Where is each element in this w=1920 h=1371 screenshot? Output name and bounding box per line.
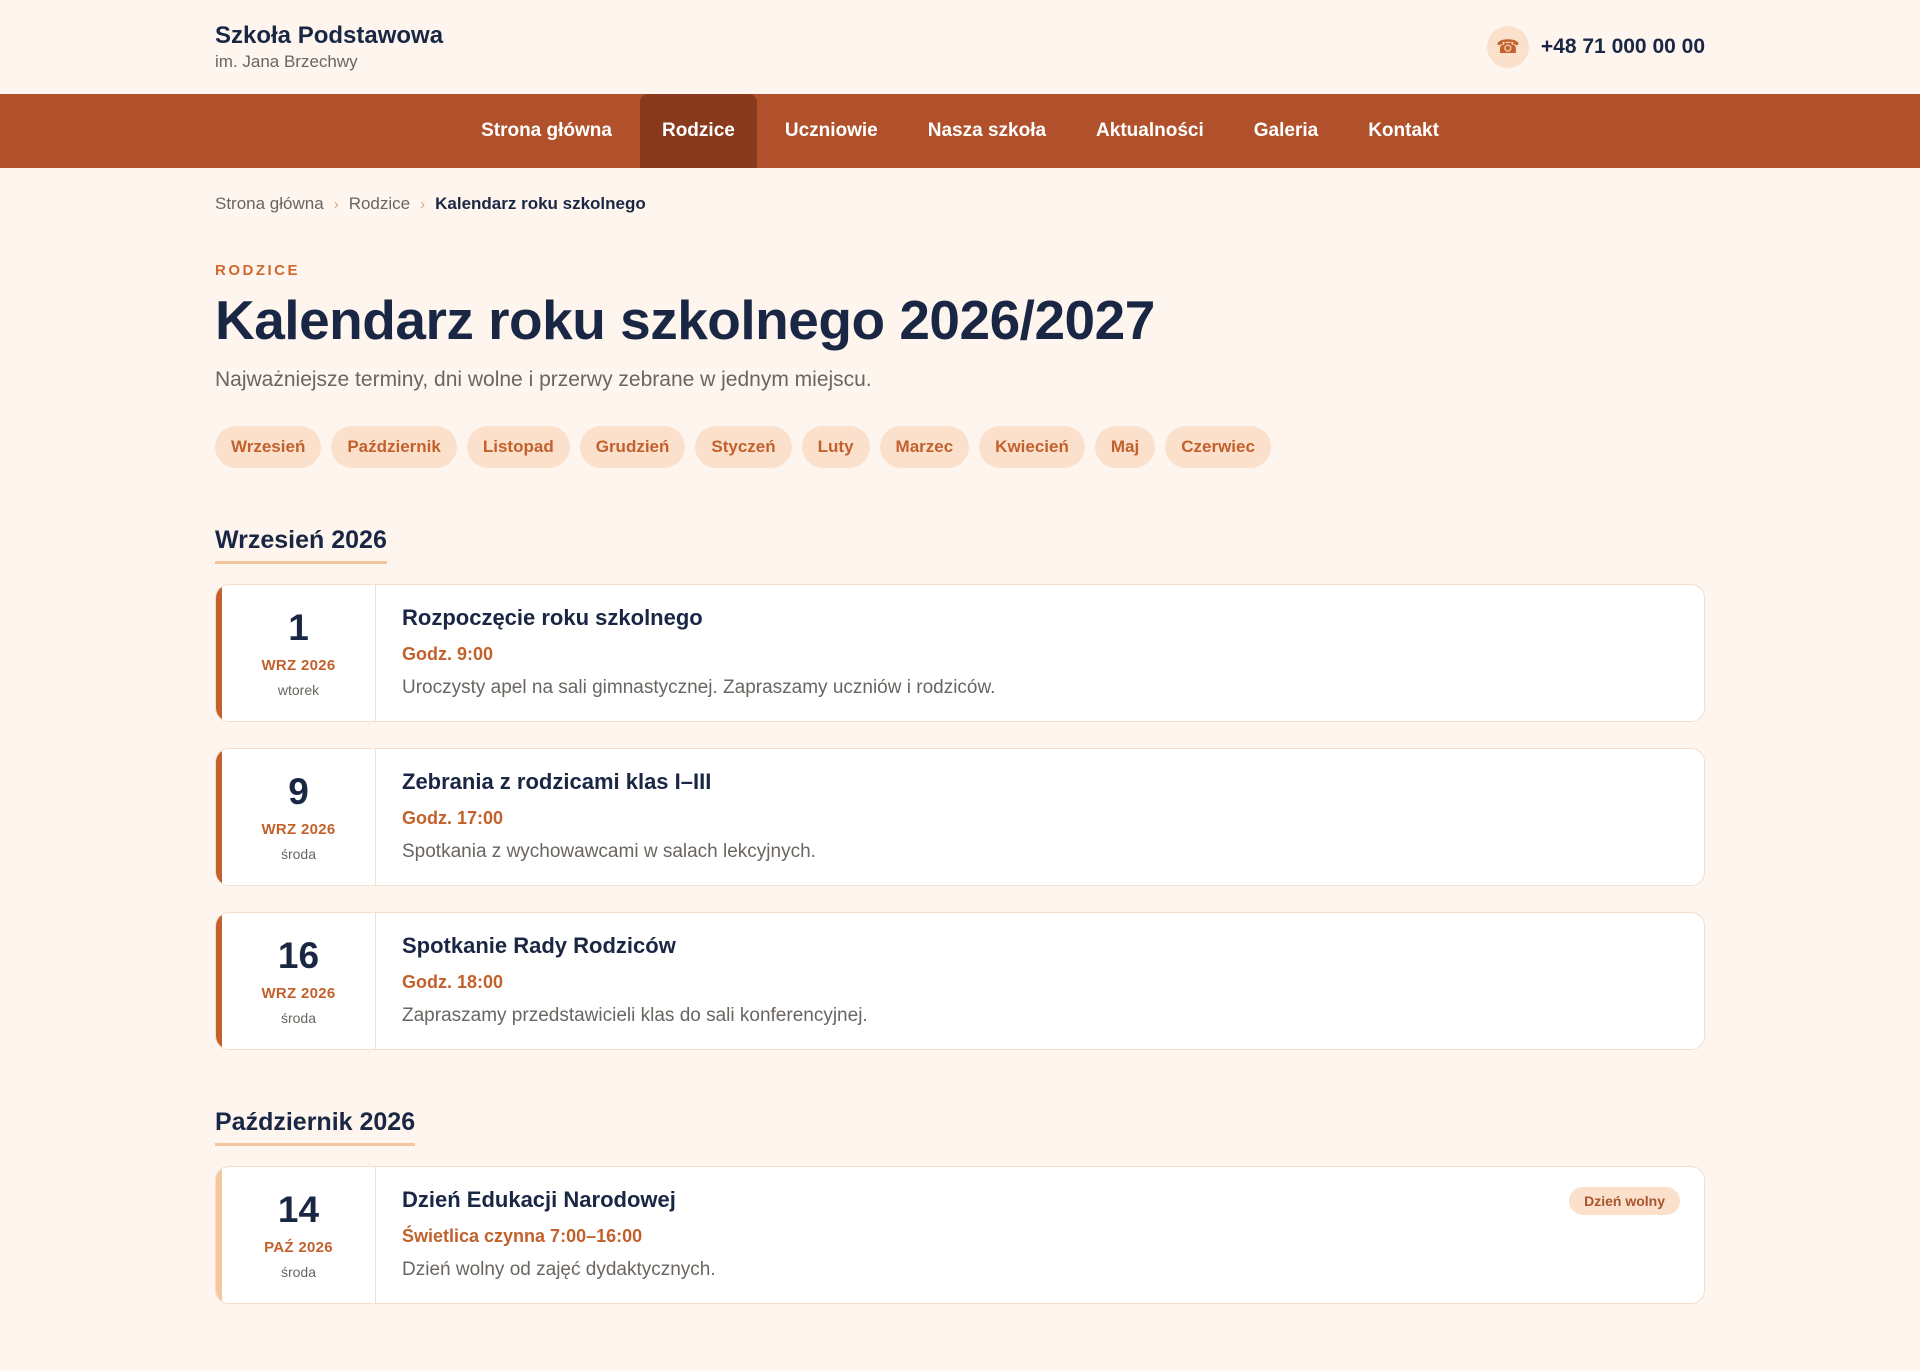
phone-icon: ☎ <box>1486 26 1529 68</box>
month-chip-january[interactable]: Styczeń <box>695 426 792 469</box>
main-content: Strona główna › Rodzice › Kalendarz roku… <box>215 194 1705 1305</box>
event-weekday: środa <box>280 846 317 863</box>
event-day: 1 <box>288 607 309 649</box>
month-chip-june[interactable]: Czerwiec <box>1165 426 1271 469</box>
month-section-october: Październik 2026 14 PAŹ 2026 środa Dzień… <box>215 1108 1705 1305</box>
page-lead: Najważniejsze terminy, dni wolne i przer… <box>215 368 872 392</box>
event-date: 1 WRZ 2026 wtorek <box>222 585 376 722</box>
brand-name[interactable]: Szkoła Podstawowa <box>215 22 443 50</box>
event-description: Zapraszamy przedstawicieli klas do sali … <box>402 1005 868 1027</box>
month-heading: Październik 2026 <box>215 1108 416 1147</box>
page-title: Kalendarz roku szkolnego 2026/2027 <box>215 289 1155 351</box>
phone-contact[interactable]: ☎ +48 71 000 00 00 <box>1486 26 1705 68</box>
nav-item-home[interactable]: Strona główna <box>459 94 634 168</box>
month-chip-november[interactable]: Listopad <box>466 426 570 469</box>
event-card[interactable]: 1 WRZ 2026 wtorek Rozpoczęcie roku szkol… <box>215 584 1705 723</box>
brand-subtitle: im. Jana Brzechwy <box>215 51 358 71</box>
event-weekday: środa <box>280 1264 317 1281</box>
event-weekday: środa <box>280 1010 317 1027</box>
event-title: Rozpoczęcie roku szkolnego <box>402 605 703 631</box>
event-month: WRZ 2026 <box>261 985 336 1003</box>
chevron-right-icon: › <box>333 195 339 213</box>
month-section-september: Wrzesień 2026 1 WRZ 2026 wtorek Rozpoczę… <box>215 526 1705 1051</box>
event-day: 16 <box>277 935 320 977</box>
month-chip-october[interactable]: Październik <box>331 426 457 469</box>
event-card[interactable]: 9 WRZ 2026 środa Zebrania z rodzicami kl… <box>215 748 1705 887</box>
event-time: Świetlica czynna 7:00–16:00 <box>402 1226 643 1247</box>
nav-item-our-school[interactable]: Nasza szkoła <box>906 94 1068 168</box>
month-heading: Wrzesień 2026 <box>215 526 387 565</box>
event-date: 16 WRZ 2026 środa <box>222 913 376 1050</box>
breadcrumb-home[interactable]: Strona główna <box>215 194 324 214</box>
event-time: Godz. 9:00 <box>402 644 494 665</box>
breadcrumb-parents[interactable]: Rodzice <box>349 194 410 214</box>
event-title: Spotkanie Rady Rodziców <box>402 933 676 959</box>
main-nav: Strona główna Rodzice Uczniowie Nasza sz… <box>0 94 1920 168</box>
nav-item-news[interactable]: Aktualności <box>1074 94 1226 168</box>
event-day: 14 <box>277 1189 320 1231</box>
section-eyebrow: RODZICE <box>215 262 300 279</box>
brand[interactable]: Szkoła Podstawowa im. Jana Brzechwy <box>215 22 443 72</box>
event-month: WRZ 2026 <box>261 821 336 839</box>
event-body: Zebrania z rodzicami klas I–III Godz. 17… <box>376 749 1704 885</box>
event-card[interactable]: 16 WRZ 2026 środa Spotkanie Rady Rodzicó… <box>215 912 1705 1051</box>
event-description: Dzień wolny od zajęć dydaktycznych. <box>402 1259 716 1281</box>
event-month: PAŹ 2026 <box>264 1239 333 1257</box>
day-off-badge: Dzień wolny <box>1569 1187 1680 1216</box>
month-chip-march[interactable]: Marzec <box>879 426 970 469</box>
month-chip-april[interactable]: Kwiecień <box>979 426 1085 469</box>
phone-number[interactable]: +48 71 000 00 00 <box>1541 35 1705 59</box>
event-time: Godz. 18:00 <box>402 972 504 993</box>
site-header: Szkoła Podstawowa im. Jana Brzechwy ☎ +4… <box>0 0 1920 94</box>
month-chip-september[interactable]: Wrzesień <box>215 426 322 469</box>
event-body: Spotkanie Rady Rodziców Godz. 18:00 Zapr… <box>376 913 1704 1049</box>
event-time: Godz. 17:00 <box>402 808 504 829</box>
event-description: Uroczysty apel na sali gimnastycznej. Za… <box>402 677 996 699</box>
nav-item-parents[interactable]: Rodzice <box>639 94 757 168</box>
event-card[interactable]: 14 PAŹ 2026 środa Dzień Edukacji Narodow… <box>215 1166 1705 1305</box>
event-date: 14 PAŹ 2026 środa <box>222 1167 376 1304</box>
nav-item-contact[interactable]: Kontakt <box>1346 94 1461 168</box>
event-body: Dzień Edukacji Narodowej Świetlica czynn… <box>376 1167 1704 1303</box>
month-chip-december[interactable]: Grudzień <box>579 426 686 469</box>
event-title: Dzień Edukacji Narodowej <box>402 1187 676 1213</box>
breadcrumb-current: Kalendarz roku szkolnego <box>435 194 646 213</box>
month-chip-february[interactable]: Luty <box>801 426 870 469</box>
month-chip-may[interactable]: Maj <box>1094 426 1156 469</box>
event-body: Rozpoczęcie roku szkolnego Godz. 9:00 Ur… <box>376 585 1704 721</box>
nav-item-students[interactable]: Uczniowie <box>763 94 900 168</box>
event-weekday: wtorek <box>277 682 320 699</box>
month-filter: Wrzesień Październik Listopad Grudzień S… <box>215 426 1705 469</box>
event-day: 9 <box>288 771 309 813</box>
chevron-right-icon: › <box>420 195 426 213</box>
breadcrumb: Strona główna › Rodzice › Kalendarz roku… <box>215 194 1705 214</box>
event-month: WRZ 2026 <box>261 657 336 675</box>
event-description: Spotkania z wychowawcami w salach lekcyj… <box>402 841 816 863</box>
event-date: 9 WRZ 2026 środa <box>222 749 376 886</box>
nav-item-gallery[interactable]: Galeria <box>1232 94 1340 168</box>
event-title: Zebrania z rodzicami klas I–III <box>402 769 712 795</box>
